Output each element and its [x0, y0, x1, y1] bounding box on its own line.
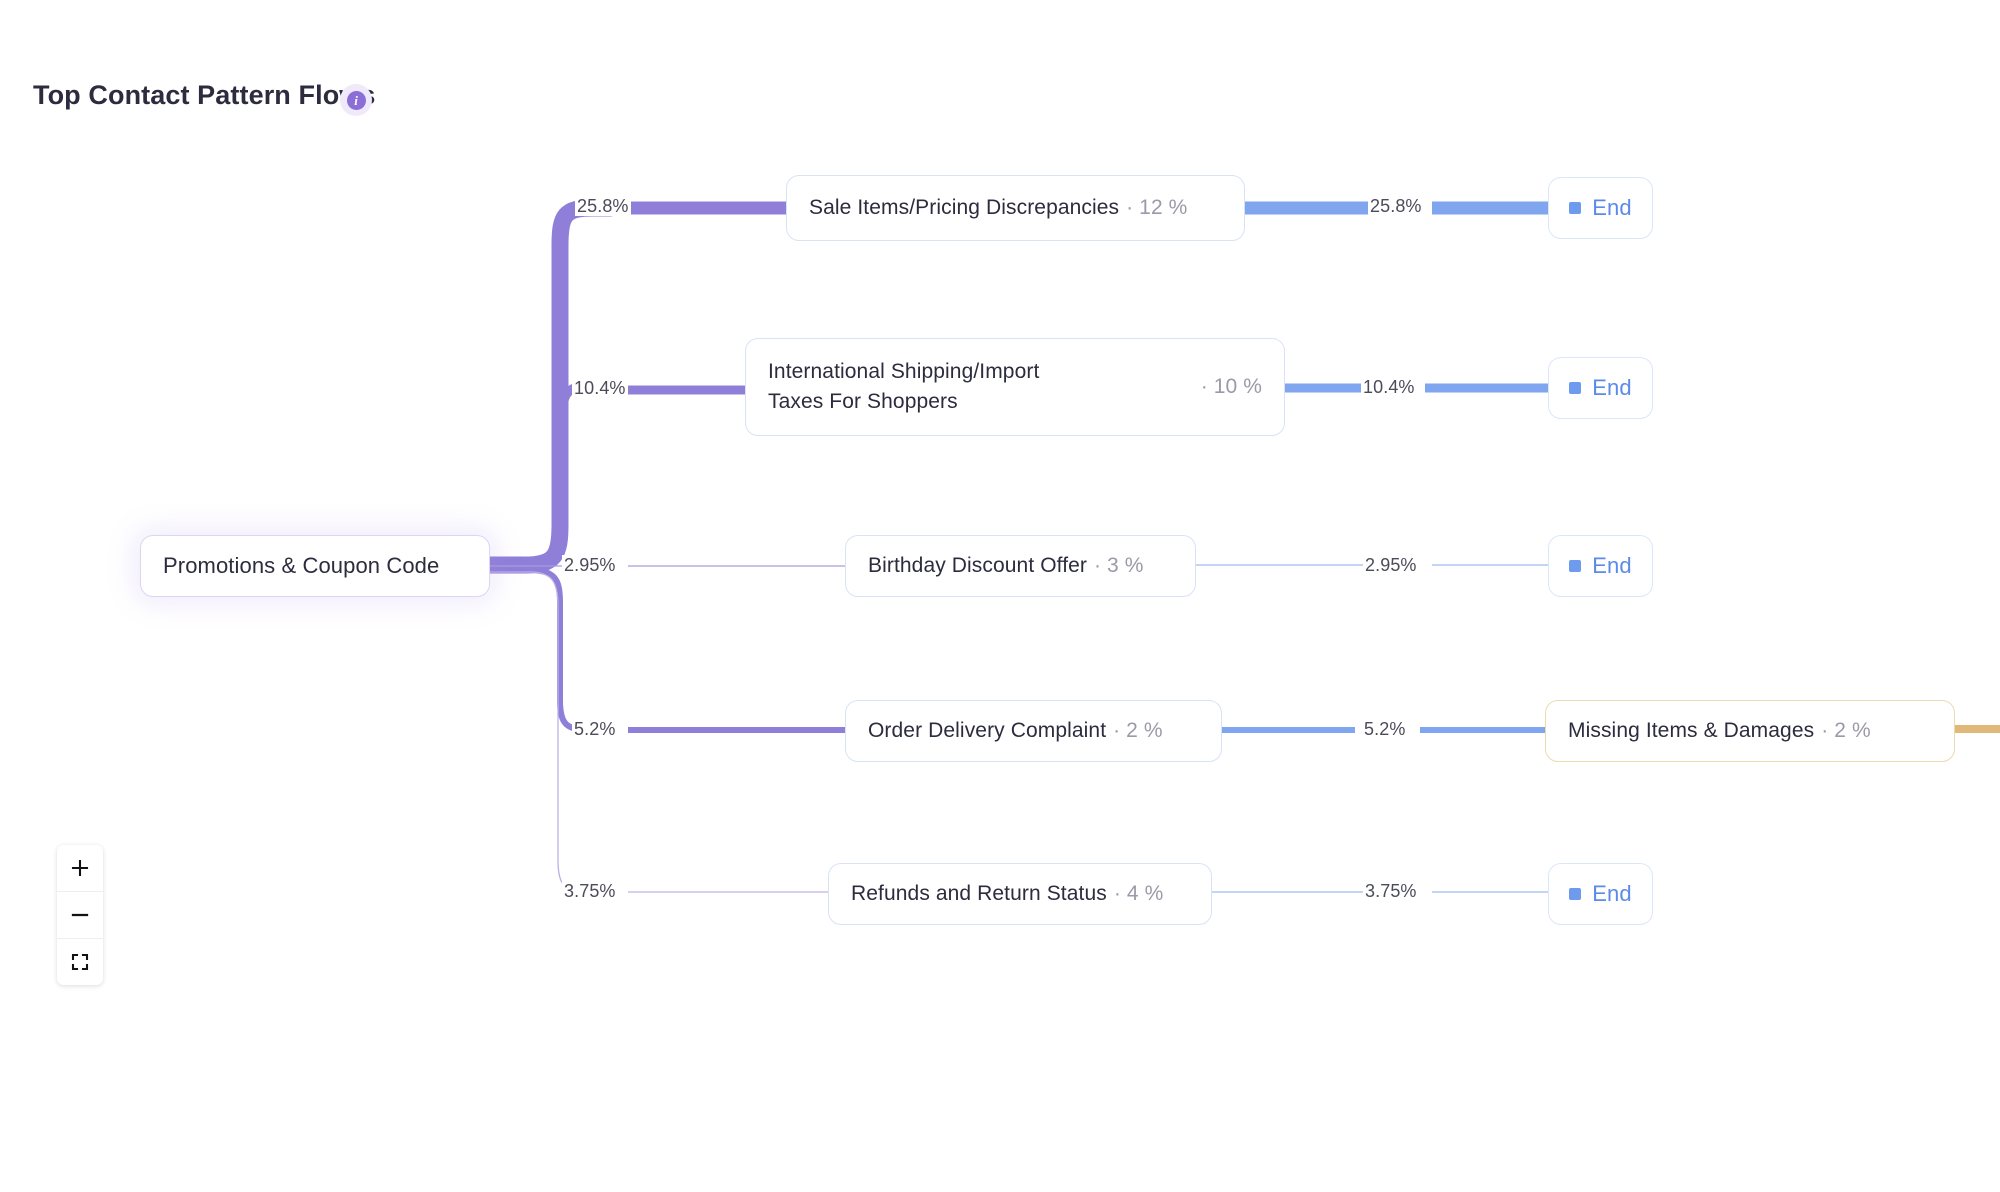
node-label: Missing Items & Damages	[1568, 719, 1815, 742]
edge-label-out-3: 2.95%	[1363, 555, 1419, 575]
node-percentage: · 12 %	[1126, 196, 1188, 219]
edge-label-in-1: 25.8%	[575, 196, 631, 216]
node-refunds-and-return-status[interactable]: Refunds and Return Status · 4 %	[828, 863, 1212, 925]
node-percentage: · 10 %	[1200, 375, 1262, 398]
zoom-out-button[interactable]	[57, 892, 103, 939]
node-label: Order Delivery Complaint	[868, 719, 1107, 742]
node-label: Sale Items/Pricing Discrepancies	[809, 196, 1120, 219]
fit-screen-icon	[71, 953, 89, 971]
node-label: End	[1592, 375, 1632, 400]
node-percentage: · 3 %	[1094, 554, 1144, 577]
edge-label-in-4: 5.2%	[572, 719, 618, 739]
zoom-in-icon	[71, 859, 89, 877]
node-end-1[interactable]: End	[1548, 177, 1653, 239]
end-marker-icon	[1569, 888, 1582, 900]
node-label: End	[1592, 553, 1632, 578]
node-label: International Shipping/Import Taxes For …	[768, 360, 1040, 413]
node-sale-items-pricing-discrepancies[interactable]: Sale Items/Pricing Discrepancies · 12 %	[786, 175, 1245, 241]
node-root-promotions[interactable]: Promotions & Coupon Code	[140, 535, 490, 597]
node-international-shipping-import-taxes[interactable]: International Shipping/Import Taxes For …	[745, 338, 1285, 436]
node-label: Birthday Discount Offer	[868, 554, 1088, 577]
zoom-in-button[interactable]	[57, 845, 103, 892]
edge-label-in-3: 2.95%	[562, 555, 618, 575]
edge-label-in-2: 10.4%	[572, 378, 628, 398]
node-end-3[interactable]: End	[1548, 535, 1653, 597]
zoom-controls[interactable]	[57, 845, 103, 985]
edge-root-to-intl-shipping	[485, 381, 615, 571]
edge-label-out-1: 25.8%	[1368, 196, 1424, 216]
node-percentage: · 2 %	[1821, 719, 1871, 742]
node-percentage: · 2 %	[1113, 719, 1163, 742]
node-percentage: · 4 %	[1113, 882, 1164, 905]
node-label: End	[1592, 881, 1632, 906]
end-marker-icon	[1569, 202, 1582, 214]
node-order-delivery-complaint[interactable]: Order Delivery Complaint · 2 %	[845, 700, 1222, 762]
edge-root-to-order-delivery	[487, 567, 613, 733]
node-label: Refunds and Return Status	[851, 882, 1107, 905]
node-label: Promotions & Coupon Code	[163, 553, 440, 578]
node-end-5[interactable]: End	[1548, 863, 1653, 925]
end-marker-icon	[1569, 560, 1582, 572]
flow-diagram-canvas[interactable]: Promotions & Coupon Code 25.8% Sale Item…	[0, 0, 2000, 1192]
edge-label-out-4: 5.2%	[1362, 719, 1408, 739]
edge-label-in-5: 3.75%	[562, 881, 618, 901]
node-missing-items-and-damages[interactable]: Missing Items & Damages · 2 %	[1545, 700, 1955, 762]
zoom-out-icon	[71, 913, 89, 917]
node-label: End	[1592, 195, 1632, 220]
edge-label-out-2: 10.4%	[1361, 377, 1417, 397]
node-birthday-discount-offer[interactable]: Birthday Discount Offer · 3 %	[845, 535, 1196, 597]
edge-label-out-5: 3.75%	[1363, 881, 1419, 901]
fit-screen-button[interactable]	[57, 939, 103, 985]
node-end-2[interactable]: End	[1548, 357, 1653, 419]
end-marker-icon	[1569, 382, 1582, 394]
